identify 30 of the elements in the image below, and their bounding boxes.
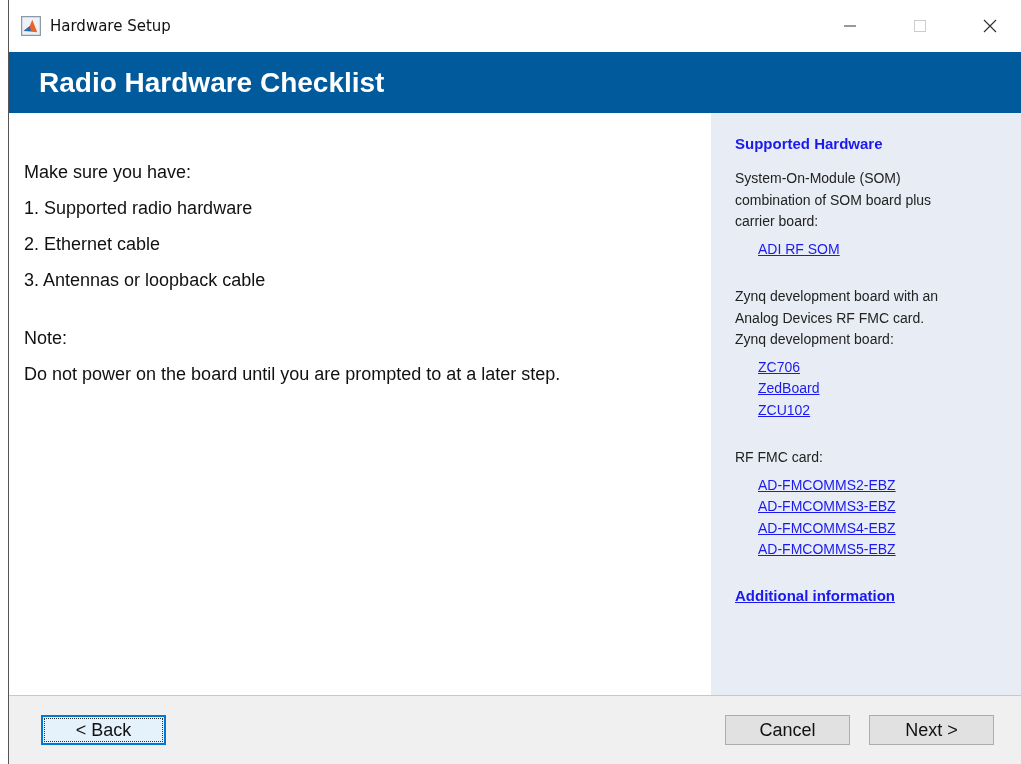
hardware-link[interactable]: ADI RF SOM [758, 238, 840, 260]
window-title: Hardware Setup [50, 17, 171, 35]
hardware-link[interactable]: AD-FMCOMMS4-EBZ [758, 517, 896, 539]
sidebar-text: RF FMC card: [735, 448, 824, 467]
sidebar-text: Analog Devices RF FMC card. [735, 308, 926, 328]
dialog-button[interactable]: < Back [41, 715, 166, 745]
sidebar-text: carrier board: [735, 212, 820, 231]
dialog-button[interactable]: Cancel [725, 715, 850, 745]
sidebar-heading: Supported Hardware [735, 135, 884, 152]
sidebar-text: combination of SOM board plus [735, 190, 933, 210]
checklist-item: 1. Supported radio hardware [24, 197, 254, 219]
checklist-item: 2. Ethernet cable [24, 233, 162, 255]
hardware-link[interactable]: ZC706 [758, 356, 801, 378]
note-text: Do not power on the board until you are prompted to at a later step. [24, 363, 562, 385]
hardware-link[interactable]: AD-FMCOMMS3-EBZ [758, 496, 896, 518]
dialog-button[interactable]: Next > [869, 715, 994, 745]
hardware-link[interactable]: AD-FMCOMMS2-EBZ [758, 474, 896, 496]
sidebar-text: Zynq development board: [735, 330, 895, 349]
note-label: Note: [24, 327, 69, 349]
app-logo-icon [21, 16, 41, 36]
sidebar-text: System-On-Module (SOM) [735, 169, 902, 188]
page-heading: Radio Hardware Checklist [39, 66, 385, 99]
hardware-link[interactable]: ZCU102 [758, 399, 811, 421]
instruction-text: Make sure you have: [24, 161, 193, 183]
additional-information-link[interactable]: Additional information [735, 586, 895, 604]
checklist-item: 3. Antennas or loopback cable [24, 269, 267, 291]
close-icon[interactable] [983, 19, 997, 33]
hardware-link[interactable]: ZedBoard [758, 378, 820, 400]
hardware-link[interactable]: AD-FMCOMMS5-EBZ [758, 539, 896, 561]
sidebar-text: Zynq development board with an [735, 287, 940, 306]
